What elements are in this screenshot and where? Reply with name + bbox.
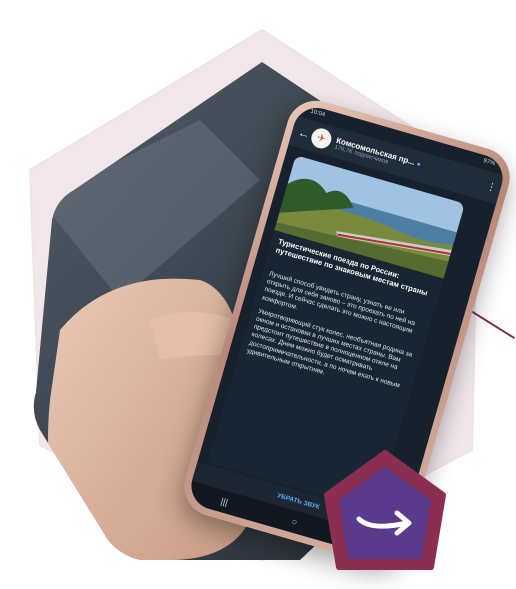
next-button[interactable] [321, 449, 449, 577]
verified-badge-icon: ● [415, 160, 422, 169]
status-time: 10:04 [309, 108, 326, 119]
home-icon[interactable]: ○ [291, 516, 299, 527]
more-vertical-icon[interactable]: ⋮ [485, 181, 498, 194]
post-body: Лучший способ увидеть страну, узнать ее … [244, 270, 426, 405]
recents-icon[interactable]: ||| [220, 496, 230, 508]
stage: 10:04 97% ← ✈ Комсомольская пр... ● 176,… [0, 0, 516, 589]
status-battery: 97% [482, 158, 496, 168]
